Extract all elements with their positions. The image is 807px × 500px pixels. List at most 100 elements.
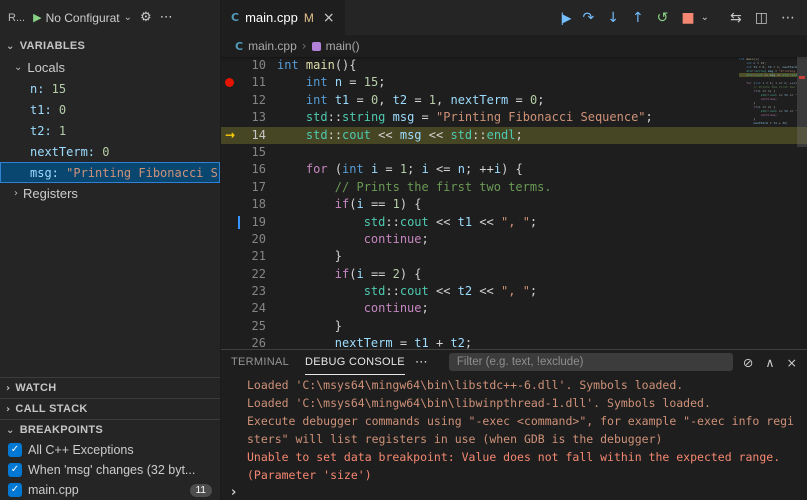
clear-console-icon[interactable]: ⊘ [743, 355, 753, 370]
editor-scrollbar[interactable] [797, 57, 807, 349]
breakpoints-section-header[interactable]: ⌄ BREAKPOINTS [0, 419, 220, 440]
breakpoint-margin[interactable] [221, 161, 239, 178]
variable-row-n[interactable]: n: 15 [0, 78, 220, 99]
breakpoint-margin[interactable] [221, 92, 239, 109]
breakpoint-margin[interactable] [221, 214, 239, 231]
watch-section-header[interactable]: › WATCH [0, 377, 220, 398]
registers-scope[interactable]: › Registers [0, 183, 220, 204]
variable-row-t1[interactable]: t1: 0 [0, 99, 220, 120]
line-number: 17 [239, 179, 277, 196]
gear-icon[interactable]: ⚙ [140, 10, 152, 25]
variable-row-t2[interactable]: t2: 1 [0, 120, 220, 141]
code-text: } [277, 248, 342, 265]
debug-config-dropdown[interactable]: ▶ No Configurat ⌄ [33, 11, 132, 25]
cpp-file-icon: C [231, 11, 239, 24]
breakpoint-checkbox[interactable]: ✓ [8, 483, 22, 497]
breakpoint-margin[interactable] [221, 248, 239, 265]
variable-name: t2: [30, 124, 52, 138]
variable-row-nextTerm[interactable]: nextTerm: 0 [0, 141, 220, 162]
call-stack-section-header[interactable]: › CALL STACK [0, 398, 220, 419]
minimap[interactable]: int main(){ int n = 15; int t1 = 0, t2 =… [739, 57, 797, 125]
code-line-24[interactable]: 24 continue; [221, 300, 807, 317]
console-filter-input[interactable] [449, 353, 733, 371]
restart-button[interactable]: ↺ [657, 11, 669, 25]
breakpoint-margin[interactable] [221, 179, 239, 196]
maximize-panel-icon[interactable]: ∧ [765, 355, 774, 370]
step-into-button[interactable]: ↓ [607, 11, 619, 25]
breakpoint-margin[interactable] [221, 144, 239, 161]
step-out-button[interactable]: ↑ [632, 11, 644, 25]
breadcrumb[interactable]: C main.cpp › main() [221, 35, 807, 57]
code-line-12[interactable]: 12 int t1 = 0, t2 = 1, nextTerm = 0; [221, 92, 807, 109]
locals-scope[interactable]: ⌄ Locals [0, 57, 220, 78]
code-line-10[interactable]: 10int main(){ [221, 57, 807, 74]
variables-section-header[interactable]: ⌄ VARIABLES [0, 35, 220, 57]
step-over-button[interactable]: ↷ [582, 11, 594, 25]
code-line-25[interactable]: 25 } [221, 318, 807, 335]
breakpoint-item-2[interactable]: ✓main.cpp11 [0, 480, 220, 500]
stop-button[interactable]: ■ [681, 11, 694, 25]
code-line-21[interactable]: 21 } [221, 248, 807, 265]
code-line-26[interactable]: 26 nextTerm = t1 + t2; [221, 335, 807, 349]
line-number: 23 [239, 283, 277, 300]
code-line-13[interactable]: 13 std::string msg = "Printing Fibonacci… [221, 109, 807, 126]
line-number: 24 [239, 300, 277, 317]
breakpoint-label: main.cpp [28, 483, 79, 497]
code-text: nextTerm = t1 + t2; [277, 335, 472, 349]
breakpoint-margin[interactable] [221, 231, 239, 248]
breakpoint-margin[interactable] [221, 318, 239, 335]
start-debug-icon[interactable]: ▶ [33, 11, 41, 24]
code-line-19[interactable]: 19 std::cout << t1 << ", "; [221, 214, 807, 231]
breakpoint-margin[interactable] [221, 74, 239, 91]
split-editor-button[interactable]: ◫ [755, 11, 768, 25]
breakpoint-item-0[interactable]: ✓All C++ Exceptions [0, 440, 220, 460]
close-panel-icon[interactable]: × [787, 355, 797, 370]
views-more-icon[interactable]: ⋯ [160, 10, 173, 25]
code-line-15[interactable]: 15 [221, 144, 807, 161]
breakpoint-margin[interactable] [221, 335, 239, 349]
breakpoint-margin[interactable] [221, 57, 239, 74]
more-panel-tabs-icon[interactable]: ⋯ [415, 355, 428, 370]
breakpoint-margin[interactable] [221, 109, 239, 126]
console-input-row[interactable]: › [221, 484, 807, 500]
open-changes-icon[interactable]: ⇆ [730, 11, 742, 25]
breakpoint-item-1[interactable]: ✓ When 'msg' changes (32 byt... [0, 460, 220, 480]
variables-section-label: VARIABLES [20, 40, 85, 52]
variable-name: n: [30, 82, 44, 96]
breakpoint-checkbox[interactable]: ✓ [8, 463, 22, 477]
breakpoint-dot[interactable] [225, 78, 234, 87]
editor-cursor [238, 216, 240, 229]
code-line-23[interactable]: 23 std::cout << t2 << ", "; [221, 283, 807, 300]
panel-header: TERMINAL DEBUG CONSOLE ⋯ ⊘ ∧ × [221, 350, 807, 374]
code-editor[interactable]: 10int main(){11 int n = 15;12 int t1 = 0… [221, 57, 807, 349]
breakpoint-margin[interactable] [221, 300, 239, 317]
code-line-22[interactable]: 22 if(i == 2) { [221, 266, 807, 283]
console-line-3: sters" will list registers in use (when … [247, 430, 807, 448]
editor-more-actions-icon[interactable]: ⋯ [781, 11, 795, 25]
tab-main-cpp[interactable]: C main.cpp M × [221, 0, 345, 35]
variable-row-msg[interactable]: msg: "Printing Fibonacci S... [0, 162, 220, 183]
line-number: 25 [239, 318, 277, 335]
continue-button[interactable]: |▶ [560, 12, 569, 24]
code-line-14[interactable]: →14 std::cout << msg << std::endl; [221, 127, 807, 144]
code-line-20[interactable]: 20 continue; [221, 231, 807, 248]
breakpoint-checkbox[interactable]: ✓ [8, 443, 22, 457]
code-line-18[interactable]: 18 if(i == 1) { [221, 196, 807, 213]
breadcrumb-symbol[interactable]: main() [326, 39, 360, 53]
breakpoint-margin[interactable]: → [221, 127, 239, 144]
debug-toolbar-dropdown-icon[interactable]: ⌄ [701, 13, 709, 23]
panel-tab-terminal[interactable]: TERMINAL [231, 350, 289, 375]
scrollbar-slider[interactable] [797, 57, 807, 147]
breakpoint-margin[interactable] [221, 266, 239, 283]
panel-tab-debug-console[interactable]: DEBUG CONSOLE [305, 350, 405, 375]
line-number: 26 [239, 335, 277, 349]
close-tab-icon[interactable]: × [323, 10, 335, 26]
breakpoint-margin[interactable] [221, 283, 239, 300]
breadcrumb-file[interactable]: main.cpp [248, 39, 297, 53]
panel-tabs: TERMINAL DEBUG CONSOLE [231, 350, 405, 374]
code-line-16[interactable]: 16 for (int i = 1; i <= n; ++i) { [221, 161, 807, 178]
breakpoint-label: When 'msg' changes (32 byt... [28, 463, 195, 477]
code-line-11[interactable]: 11 int n = 15; [221, 74, 807, 91]
code-line-17[interactable]: 17 // Prints the first two terms. [221, 179, 807, 196]
breakpoint-margin[interactable] [221, 196, 239, 213]
